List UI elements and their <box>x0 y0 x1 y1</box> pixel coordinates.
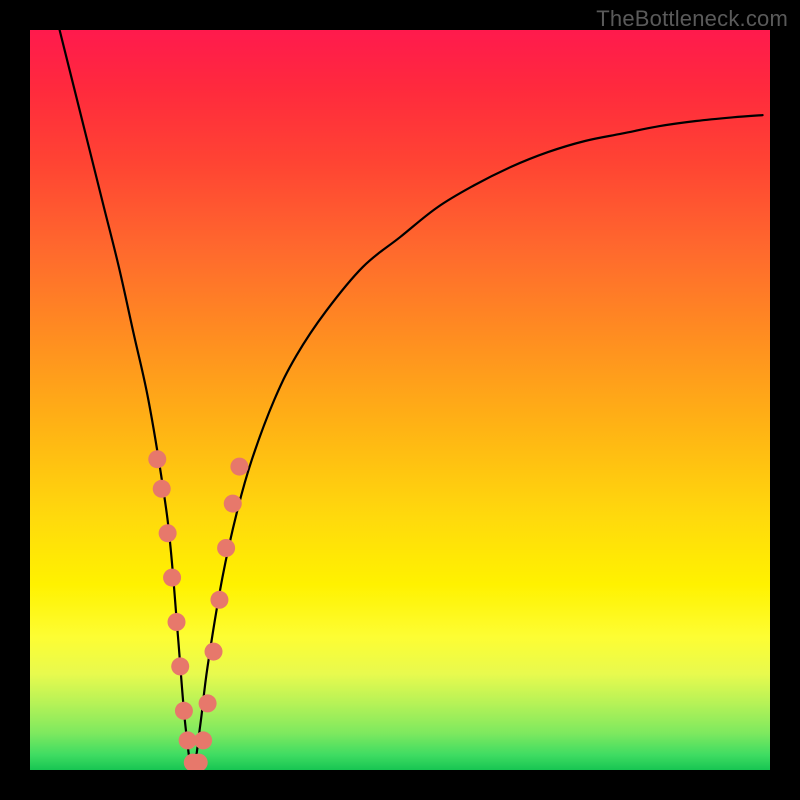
chart-frame: TheBottleneck.com <box>0 0 800 800</box>
curve-marker <box>224 495 242 513</box>
curve-markers <box>148 450 248 770</box>
curve-marker <box>153 480 171 498</box>
curve-marker <box>171 657 189 675</box>
curve-marker <box>168 613 186 631</box>
curve-marker <box>230 458 248 476</box>
curve-marker <box>210 591 228 609</box>
curve-marker <box>179 731 197 749</box>
bottleneck-curve <box>60 30 763 770</box>
plot-area <box>30 30 770 770</box>
curve-marker <box>159 524 177 542</box>
curve-marker <box>148 450 166 468</box>
curve-marker <box>194 731 212 749</box>
watermark-text: TheBottleneck.com <box>596 6 788 32</box>
curve-marker <box>175 702 193 720</box>
curve-marker <box>199 694 217 712</box>
curve-marker <box>205 643 223 661</box>
curve-marker <box>163 569 181 587</box>
curve-marker <box>217 539 235 557</box>
chart-svg <box>30 30 770 770</box>
